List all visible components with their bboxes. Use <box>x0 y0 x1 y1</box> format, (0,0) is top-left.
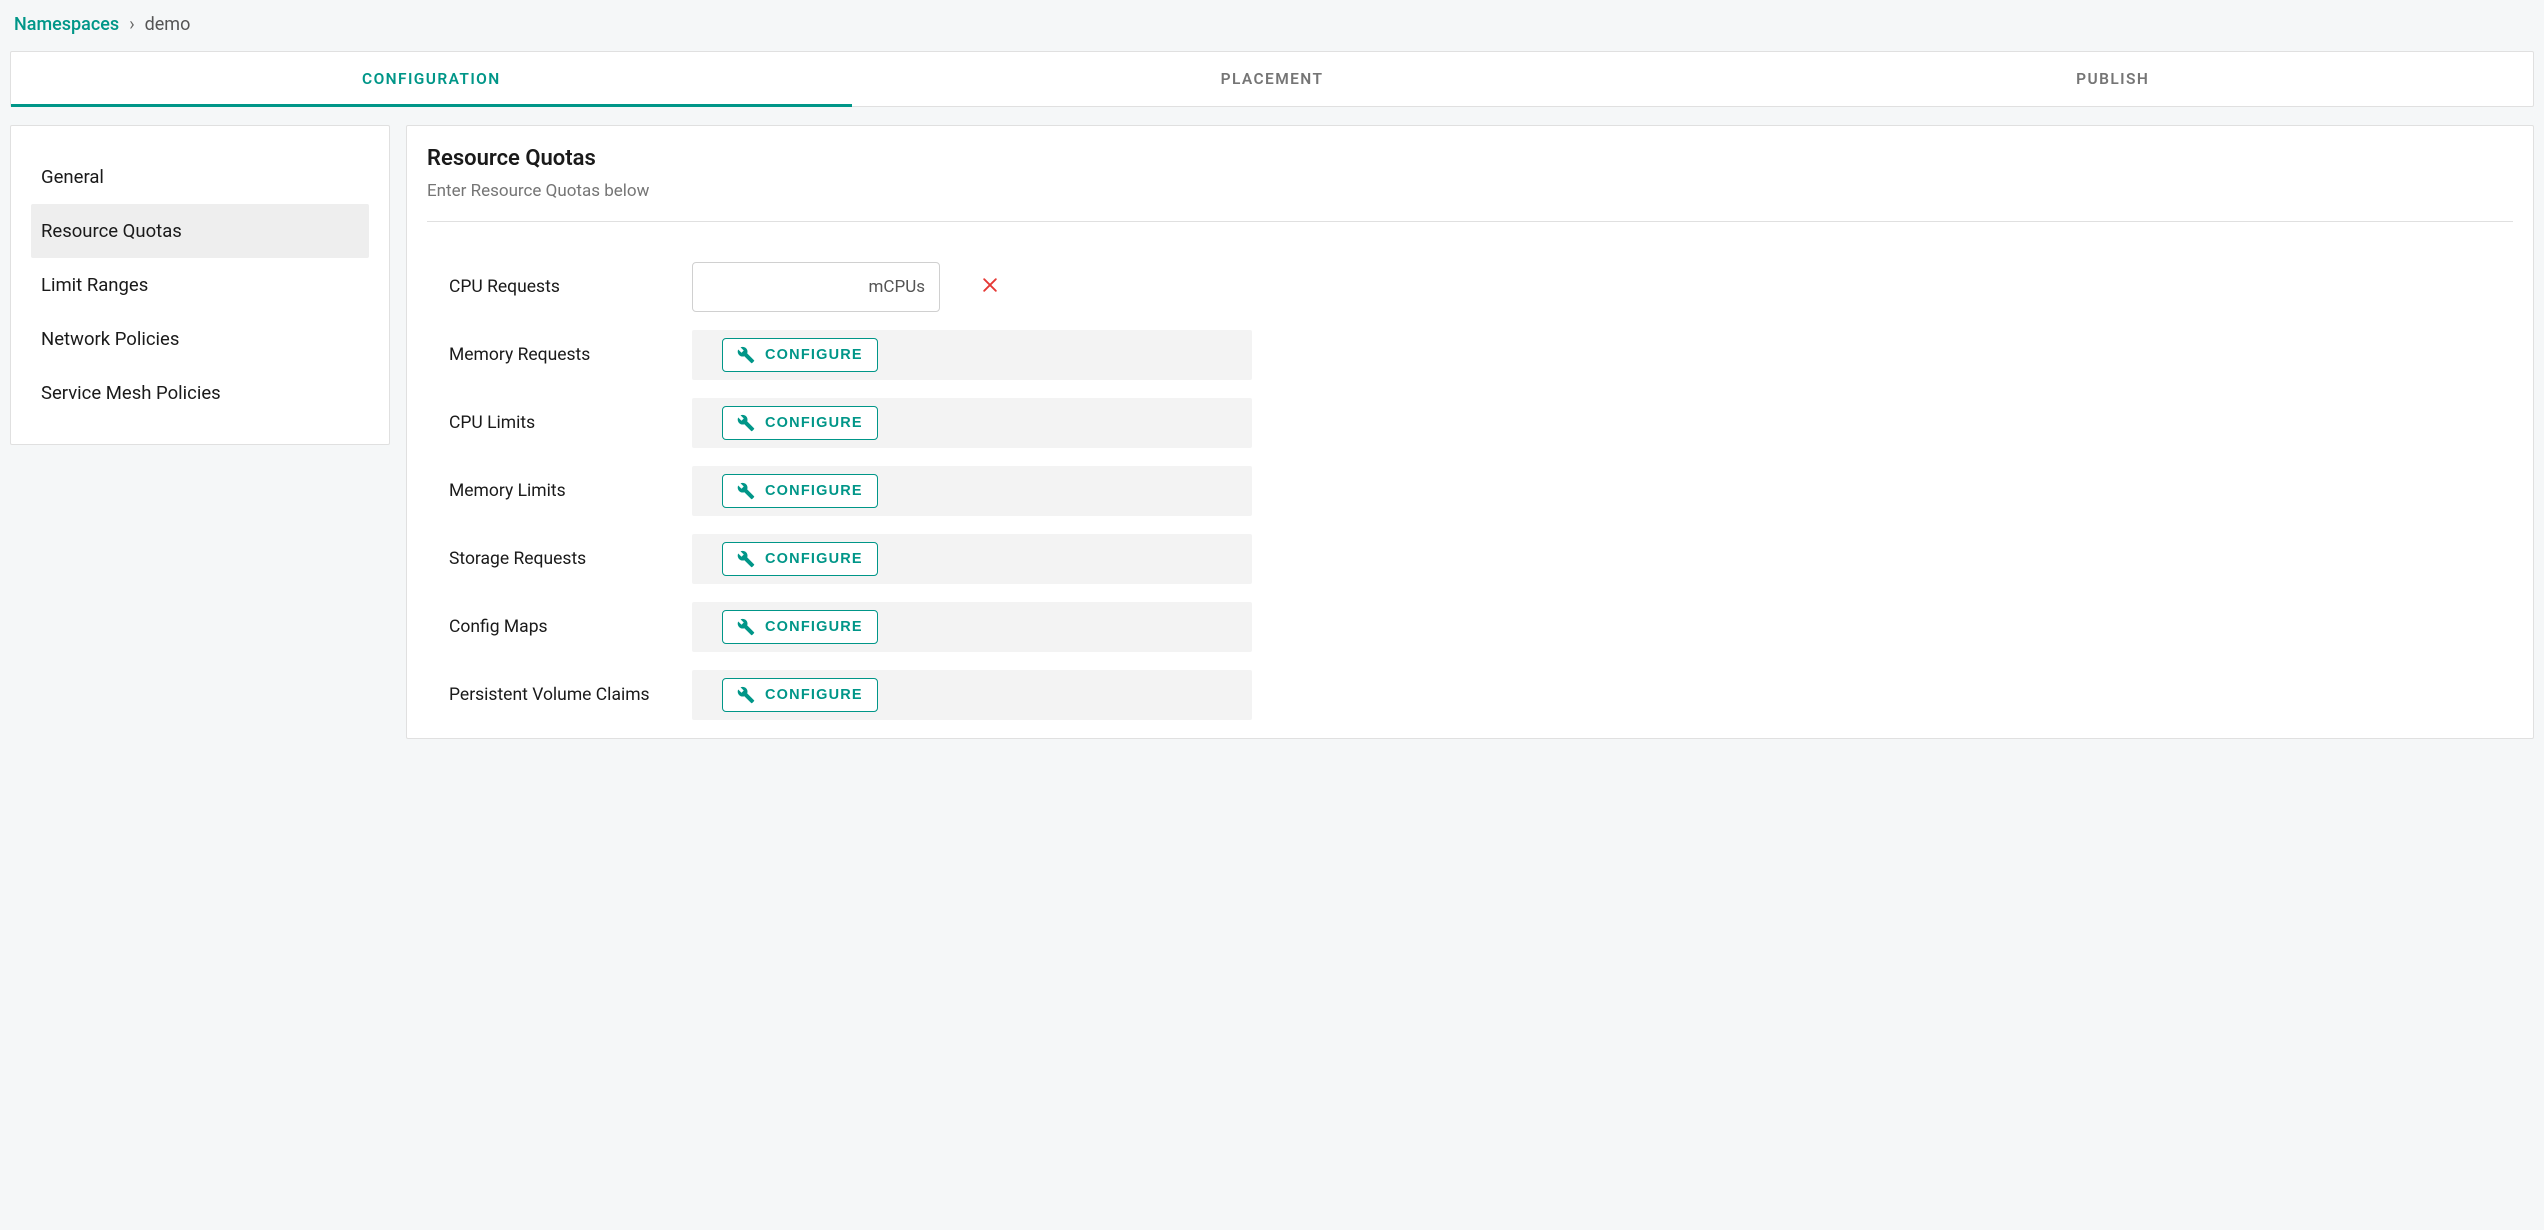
quota-label-storage-requests: Storage Requests <box>427 549 692 569</box>
configure-button-label: CONFIGURE <box>765 347 863 363</box>
wrench-icon <box>737 686 755 704</box>
configure-button-persistent-volume-claims[interactable]: CONFIGURE <box>722 678 878 712</box>
breadcrumb-current: demo <box>145 14 191 35</box>
sidebar-item-general[interactable]: General <box>31 150 369 204</box>
main-panel: Resource Quotas Enter Resource Quotas be… <box>406 125 2534 739</box>
sidebar-item-resource-quotas[interactable]: Resource Quotas <box>31 204 369 258</box>
sidebar-item-network-policies[interactable]: Network Policies <box>31 312 369 366</box>
sidebar-item-limit-ranges[interactable]: Limit Ranges <box>31 258 369 312</box>
configure-button-label: CONFIGURE <box>765 551 863 567</box>
quota-label-cpu-limits: CPU Limits <box>427 413 692 433</box>
sidebar-item-service-mesh-policies[interactable]: Service Mesh Policies <box>31 366 369 420</box>
breadcrumb-separator: › <box>129 14 134 35</box>
quota-label-memory-requests: Memory Requests <box>427 345 692 365</box>
tab-placement[interactable]: PLACEMENT <box>852 52 1693 106</box>
quota-row-storage-requests: Storage Requests CONFIGURE <box>427 534 2513 584</box>
quota-control-storage-requests: CONFIGURE <box>692 534 1252 584</box>
configure-button-storage-requests[interactable]: CONFIGURE <box>722 542 878 576</box>
quota-label-config-maps: Config Maps <box>427 617 692 637</box>
configure-button-label: CONFIGURE <box>765 687 863 703</box>
tab-configuration[interactable]: CONFIGURATION <box>11 52 852 106</box>
wrench-icon <box>737 482 755 500</box>
cpu-requests-remove-button[interactable] <box>980 275 1000 300</box>
configure-button-memory-limits[interactable]: CONFIGURE <box>722 474 878 508</box>
wrench-icon <box>737 414 755 432</box>
quota-control-persistent-volume-claims: CONFIGURE <box>692 670 1252 720</box>
quota-label-memory-limits: Memory Limits <box>427 481 692 501</box>
quota-control-memory-limits: CONFIGURE <box>692 466 1252 516</box>
configure-button-label: CONFIGURE <box>765 483 863 499</box>
tab-bar: CONFIGURATION PLACEMENT PUBLISH <box>10 51 2534 107</box>
quota-control-cpu-limits: CONFIGURE <box>692 398 1252 448</box>
quota-control-memory-requests: CONFIGURE <box>692 330 1252 380</box>
panel-header: Resource Quotas Enter Resource Quotas be… <box>427 146 2513 222</box>
wrench-icon <box>737 346 755 364</box>
quota-row-cpu-requests: CPU Requests mCPUs <box>427 262 2513 312</box>
breadcrumb: Namespaces › demo <box>10 14 2534 51</box>
configure-button-label: CONFIGURE <box>765 619 863 635</box>
close-icon <box>980 275 1000 295</box>
quota-control-config-maps: CONFIGURE <box>692 602 1252 652</box>
panel-subtitle: Enter Resource Quotas below <box>427 181 2513 201</box>
wrench-icon <box>737 550 755 568</box>
wrench-icon <box>737 618 755 636</box>
quota-row-cpu-limits: CPU Limits CONFIGURE <box>427 398 2513 448</box>
configure-button-memory-requests[interactable]: CONFIGURE <box>722 338 878 372</box>
quota-row-memory-requests: Memory Requests CONFIGURE <box>427 330 2513 380</box>
cpu-requests-unit: mCPUs <box>869 277 926 297</box>
configure-button-config-maps[interactable]: CONFIGURE <box>722 610 878 644</box>
quota-label-cpu-requests: CPU Requests <box>427 277 692 297</box>
cpu-requests-input-group: mCPUs <box>692 262 940 312</box>
cpu-requests-input[interactable] <box>761 277 861 297</box>
breadcrumb-root-link[interactable]: Namespaces <box>14 14 119 35</box>
tab-publish[interactable]: PUBLISH <box>1692 52 2533 106</box>
panel-title: Resource Quotas <box>427 146 2513 171</box>
quota-row-memory-limits: Memory Limits CONFIGURE <box>427 466 2513 516</box>
sidebar: General Resource Quotas Limit Ranges Net… <box>10 125 390 445</box>
quota-label-persistent-volume-claims: Persistent Volume Claims <box>427 685 692 705</box>
configure-button-cpu-limits[interactable]: CONFIGURE <box>722 406 878 440</box>
configure-button-label: CONFIGURE <box>765 415 863 431</box>
quota-row-persistent-volume-claims: Persistent Volume Claims CONFIGURE <box>427 670 2513 720</box>
quota-row-config-maps: Config Maps CONFIGURE <box>427 602 2513 652</box>
